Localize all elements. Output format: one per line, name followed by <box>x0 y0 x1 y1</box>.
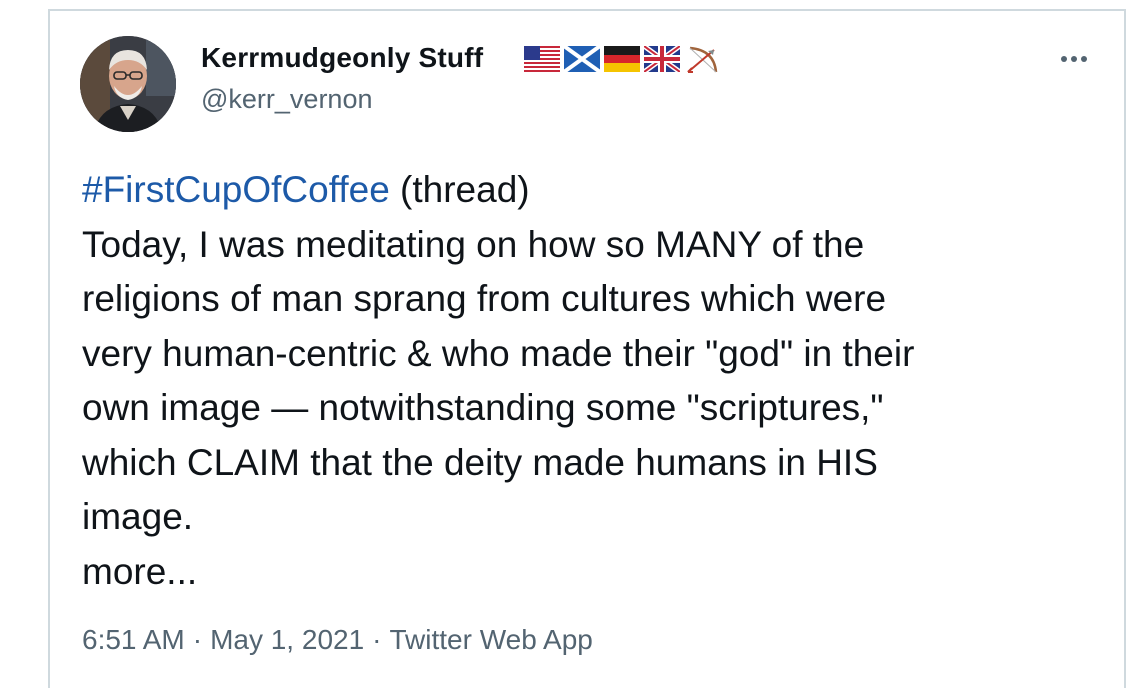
more-dot <box>1081 56 1087 62</box>
us-flag-icon <box>524 46 560 72</box>
more-options-icon[interactable] <box>1054 46 1094 72</box>
author-name-emoji <box>524 45 720 73</box>
hashtag-link[interactable]: #FirstCupOfCoffee <box>82 169 390 210</box>
tweet-date[interactable]: May 1, 2021 <box>210 624 364 655</box>
more-link[interactable]: more... <box>82 545 1092 600</box>
tweet-page: Kerrmudgeonly Stuff @kerr_vernon #FirstC… <box>0 0 1136 688</box>
more-dot <box>1061 56 1067 62</box>
germany-flag-icon <box>604 46 640 72</box>
tweet-text-line: religions of man sprang from cultures wh… <box>82 278 887 319</box>
tweet-text-line: image. <box>82 496 194 537</box>
uk-flag-icon <box>644 46 680 72</box>
avatar[interactable] <box>80 36 176 132</box>
tweet-text: #FirstCupOfCoffee (thread) Today, I was … <box>82 163 1092 599</box>
tweet-text-line: Today, I was meditating on how so MANY o… <box>82 223 865 265</box>
bow-and-arrow-icon <box>687 46 718 73</box>
meta-separator: · <box>372 624 382 655</box>
thread-label: (thread) <box>389 169 530 210</box>
tweet-time[interactable]: 6:51 AM <box>82 624 185 655</box>
tweet-source[interactable]: Twitter Web App <box>390 624 593 655</box>
tweet-text-line: very human-centric & who made their "god… <box>82 332 915 374</box>
meta-separator: · <box>192 624 203 655</box>
tweet-metadata: 6:51 AM · May 1, 2021 · Twitter Web App <box>82 624 593 656</box>
tweet-text-line: which CLAIM that the deity made humans i… <box>82 441 878 483</box>
scotland-flag-icon <box>564 46 600 72</box>
more-dot <box>1071 56 1077 62</box>
author-name[interactable]: Kerrmudgeonly Stuff <box>201 42 483 74</box>
avatar-image <box>80 36 176 132</box>
tweet-first-line: #FirstCupOfCoffee (thread) <box>82 163 1092 218</box>
author-handle[interactable]: @kerr_vernon <box>201 84 372 115</box>
tweet-text-line: own image — notwithstanding some "script… <box>82 387 884 428</box>
